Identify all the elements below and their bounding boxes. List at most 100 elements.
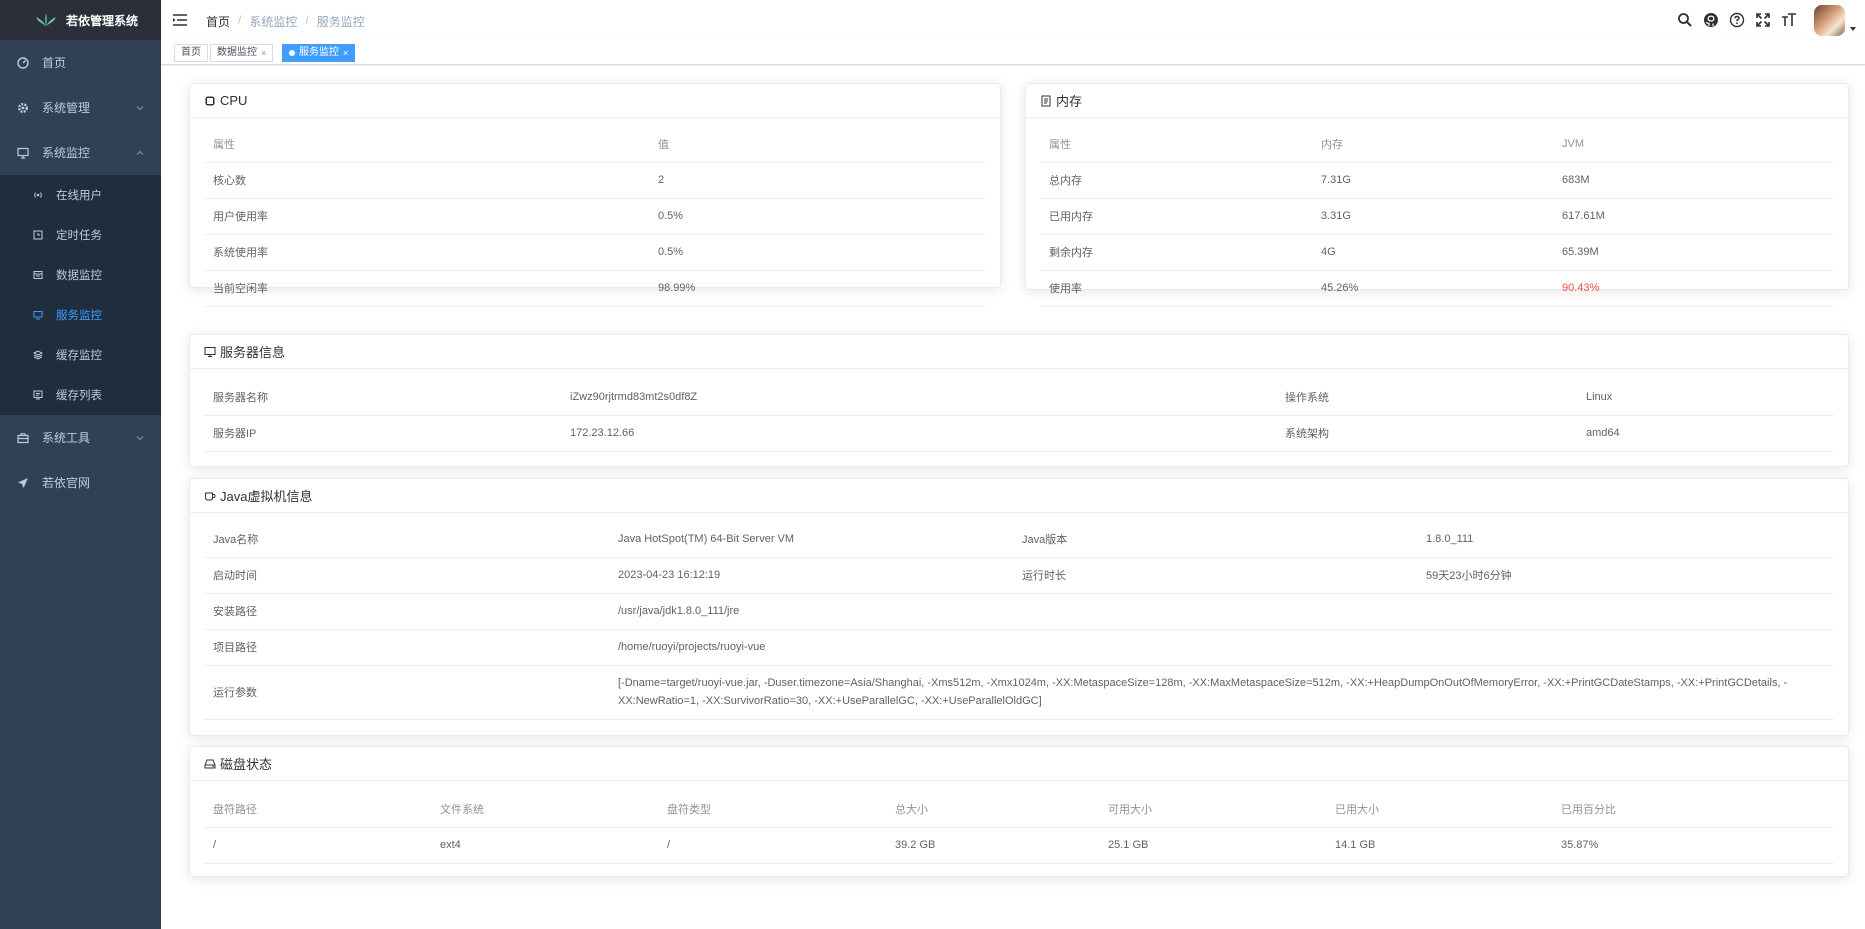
right-menu [1672,0,1865,40]
table-cell: 运行时长 [1013,557,1417,594]
card-title: CPU [220,93,248,108]
table-cell: 7.31G [1312,162,1553,199]
sidebar-item-website[interactable]: 若依官网 [0,460,161,505]
font-size-icon[interactable] [1780,11,1798,29]
card-title: 服务器信息 [220,345,286,360]
sidebar-item-label: 服务监控 [56,310,102,322]
table-header-cell: 已用百分比 [1552,791,1834,828]
table-row: 运行参数 [-Dname=target/ruoyi-vue.jar, -Duser… [204,665,1834,720]
card-header: Java虚拟机信息 [190,479,1848,513]
online-icon [32,189,44,201]
fullscreen-icon[interactable] [1754,11,1772,29]
logo[interactable]: 若依管理系统 [0,0,161,40]
breadcrumb-home[interactable]: 首页 [206,13,230,30]
table-header-cell: 值 [649,126,986,163]
tag-label: 服务监控 [299,47,339,58]
tag-home[interactable]: 首页 [174,44,208,62]
table-cell: 系统使用率 [204,234,649,271]
table-cell: 4G [1312,234,1553,271]
table-row: 项目路径/home/ruoyi/projects/ruoyi-vue [204,629,1834,666]
table-cell: 用户使用率 [204,198,649,235]
sidebar-item-home[interactable]: 首页 [0,40,161,85]
user-menu[interactable] [1814,4,1857,36]
sidebar-item-label: 系统监控 [42,146,91,160]
hamburger-icon[interactable] [172,12,188,28]
tag-druid[interactable]: 数据监控 × [210,44,274,62]
card-title: 磁盘状态 [220,757,273,772]
table-cell: 35.87% [1552,827,1834,864]
help-icon[interactable] [1728,11,1746,29]
table-cell: 2 [649,162,986,199]
card-header: 磁盘状态 [190,747,1848,781]
card-header: CPU [190,84,1000,118]
table-row: 服务器名称 iZwz90rjtrmd83mt2s0df8Z 操作系统 Linux [204,379,1834,416]
active-dot [289,50,295,56]
table-row: 系统使用率 0.5% [204,234,986,271]
sidebar-item-system[interactable]: 系统管理 [0,85,161,130]
card-title: Java虚拟机信息 [220,489,313,504]
table-cell: 已用内存 [1040,198,1312,235]
sidebar-item-cache-list[interactable]: 缓存列表 [0,375,161,415]
monitor-submenu: 在线用户 定时任务 数据监控 服务监控 缓存监控 缓存列表 [0,175,161,415]
gear-icon [16,101,30,115]
sidebar-item-monitor[interactable]: 系统监控 [0,130,161,175]
table-row: 用户使用率 0.5% [204,198,986,235]
memory-table: 属性 内存 JVM 总内存 7.31G 683M 已用内存 3.31G 617.61M 剩余… [1040,126,1834,307]
table-header-cell: 盘符类型 [658,791,886,828]
druid-icon [32,269,44,281]
table-cell: 0.5% [649,198,986,235]
sidebar-item-label: 首页 [42,56,67,70]
sidebar-item-druid[interactable]: 数据监控 [0,255,161,295]
breadcrumb-separator: / [238,13,242,27]
table-row: 盘符路径 文件系统 盘符类型 总大小 可用大小 已用大小 已用百分比 [204,791,1834,828]
breadcrumb: 首页 / 系统监控 / 服务监控 [206,13,365,30]
table-row: 使用率 45.26% 90.43% [1040,270,1834,307]
tag-label: 首页 [181,47,201,58]
monitor-icon [16,146,30,160]
chevron-down-icon [136,105,144,110]
table-cell: Java HotSpot(TM) 64-Bit Server VM [609,521,1013,558]
sidebar-item-jobs[interactable]: 定时任务 [0,215,161,255]
table-row: 核心数 2 [204,162,986,199]
table-row: 属性值 [204,126,986,163]
table-header-cell: 内存 [1312,126,1553,163]
table-cell: 使用率 [1040,270,1312,307]
logo-icon [36,13,56,26]
disk-icon [204,758,216,770]
search-icon[interactable] [1676,11,1694,29]
jvm-card: Java虚拟机信息 Java名称 Java HotSpot(TM) 64-Bit … [189,478,1849,736]
tag-server[interactable]: 服务监控 × [282,44,356,62]
table-cell: /home/ruoyi/projects/ruoyi-vue [609,629,1834,666]
table-cell: 核心数 [204,162,649,199]
sidebar-item-label: 缓存监控 [56,350,102,362]
disk-table: 盘符路径 文件系统 盘符类型 总大小 可用大小 已用大小 已用百分比 / ext… [204,791,1834,864]
table-cell: 98.99% [649,270,986,307]
sidebar: 若依管理系统 首页 系统管理 系统监控 在线用户 定时任务 数据监控 服务监控 [0,0,161,929]
close-icon[interactable]: × [261,45,266,61]
avatar[interactable] [1814,4,1845,36]
sidebar-item-server[interactable]: 服务监控 [0,295,161,335]
table-cell: 运行参数 [204,665,609,720]
table-header-cell: JVM [1553,126,1834,163]
table-row: 总内存 7.31G 683M [1040,162,1834,199]
table-cell: 总内存 [1040,162,1312,199]
close-icon[interactable]: × [343,45,348,61]
table-cell: iZwz90rjtrmd83mt2s0df8Z [561,379,1276,416]
table-cell: 剩余内存 [1040,234,1312,271]
table-cell: 65.39M [1553,234,1834,271]
table-cell: /usr/java/jdk1.8.0_111/jre [609,593,1834,630]
sidebar-item-tools[interactable]: 系统工具 [0,415,161,460]
table-header-cell: 盘符路径 [204,791,431,828]
table-row: 属性 内存 JVM [1040,126,1834,163]
github-icon[interactable] [1702,11,1720,29]
chevron-up-icon [136,150,144,155]
sidebar-item-cache[interactable]: 缓存监控 [0,335,161,375]
jvm-usage-warning: 90.43% [1553,270,1834,307]
server-card: 服务器信息 服务器名称 iZwz90rjtrmd83mt2s0df8Z 操作系统 Li… [189,334,1849,467]
table-row: 剩余内存 4G 65.39M [1040,234,1834,271]
sidebar-item-online-users[interactable]: 在线用户 [0,175,161,215]
table-row: / ext4 / 39.2 GB 25.1 GB 14.1 GB 35.87% [204,827,1834,864]
navbar: 首页 / 系统监控 / 服务监控 [161,0,1865,40]
sidebar-item-label: 系统工具 [42,431,91,445]
table-row: 启动时间 2023-04-23 16:12:19 运行时长 59天23小时6分钟 [204,557,1834,594]
